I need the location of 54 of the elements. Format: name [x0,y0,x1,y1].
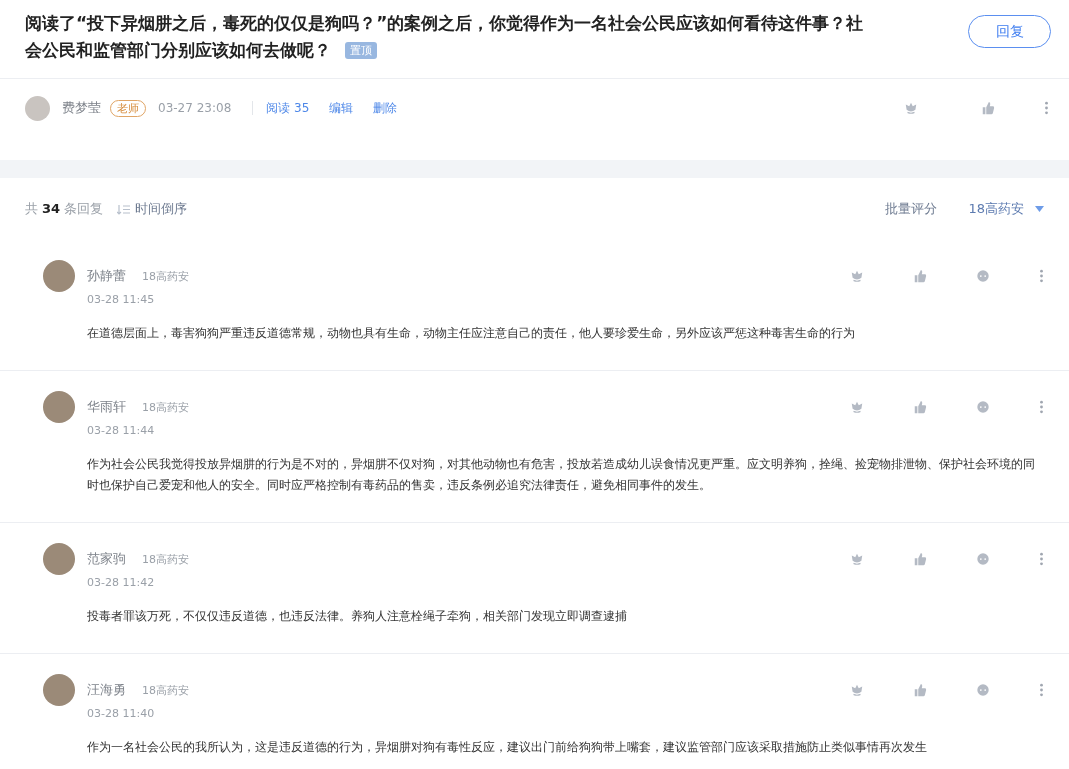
reply-count: 共 34 条回复 [25,200,104,218]
thumbs-up-icon[interactable] [913,400,927,414]
comment-text: 作为一名社会公民的我所认为，这是违反道德的行为，异烟肼对狗有毒性反应，建议出门前给狗狗带上嘴套，建议监管部门应该采取措施防止类似事情再次发生 [87,739,928,756]
class-label: 18高药安 [142,268,189,284]
thumbs-up-icon[interactable] [913,269,927,283]
caret-icon [1035,206,1044,212]
delete-link[interactable]: 删除 [373,99,398,117]
avatar [43,543,75,575]
more-icon[interactable] [1044,101,1049,115]
flower-icon[interactable] [850,400,864,414]
class-label: 18高药安 [142,682,189,698]
comment-time: 03-28 11:44 [87,423,156,439]
flower-icon[interactable] [850,552,864,566]
flower-icon[interactable] [904,101,918,115]
chat-bubble-icon[interactable] [976,683,990,697]
chat-bubble-icon[interactable] [976,269,990,283]
thumbs-up-icon[interactable] [981,101,995,115]
more-icon[interactable] [1039,400,1044,414]
more-icon[interactable] [1039,683,1044,697]
author-name: 费梦莹 [62,99,101,117]
more-icon[interactable] [1039,269,1044,283]
avatar [43,674,75,706]
chat-bubble-icon[interactable] [976,400,990,414]
comment-text: 作为社会公民我觉得投放异烟肼的行为是不对的，异烟肼不仅对狗，对其他动物也有危害，投放若造成幼儿误食情况更严重。应文明养狗，拴绳、捡宠物排泄物、保护社会环境的同时也保护自己爱宠和他人的安全。同时应严格控制有毒药品的售卖，违反条例必追究法律责任，避免相同事件的发生。 [87,456,1036,494]
chat-bubble-icon[interactable] [976,552,990,566]
thumbs-up-icon[interactable] [913,683,927,697]
post-time: 03-27 23:08 [158,101,232,115]
flower-icon[interactable] [850,683,864,697]
flower-icon[interactable] [850,269,864,283]
comment-text: 投毒者罪该万死，不仅仅违反道德，也违反法律。养狗人注意栓绳子牵狗，相关部门发现立即调查逮捕 [87,608,628,625]
comment-time: 03-28 11:45 [87,292,156,308]
comment-text: 在道德层面上，毒害狗狗严重违反道德常规，动物也具有生命，动物主任应注意自己的责任，他人要珍爱生命，另外应该严惩这种毒害生命的行为 [87,325,856,342]
avatar [25,95,50,121]
read-count-link[interactable]: 阅读 35 [266,99,310,117]
batch-grade-button[interactable]: 批量评分 [885,200,938,218]
class-label: 18高药安 [142,399,189,415]
more-icon[interactable] [1039,552,1044,566]
commenter-name: 范家驹 [87,550,126,568]
commenter-name: 华雨轩 [87,398,126,416]
class-label: 18高药安 [142,551,189,567]
commenter-name: 汪海勇 [87,681,126,699]
comment-time: 03-28 11:40 [87,706,156,722]
thumbs-up-icon[interactable] [913,552,927,566]
class-filter-dropdown[interactable]: 18高药安 [968,200,1044,218]
avatar [43,260,75,292]
comment-time: 03-28 11:42 [87,575,156,591]
sort-toggle[interactable]: 时间倒序 [117,200,188,218]
edit-link[interactable]: 编辑 [329,99,354,117]
pinned-tag: 置顶 [345,42,377,59]
reply-button[interactable]: 回复 [968,15,1051,48]
sort-icon [117,203,131,215]
avatar [43,391,75,423]
commenter-name: 孙静蕾 [87,267,126,285]
post-title: 阅读了“投下异烟肼之后，毒死的仅仅是狗吗？”的案例之后，你觉得作为一名社会公民应该如何看待这件事？社会公民和监管部门分别应该如何去做呢？ 置顶 [25,12,865,62]
